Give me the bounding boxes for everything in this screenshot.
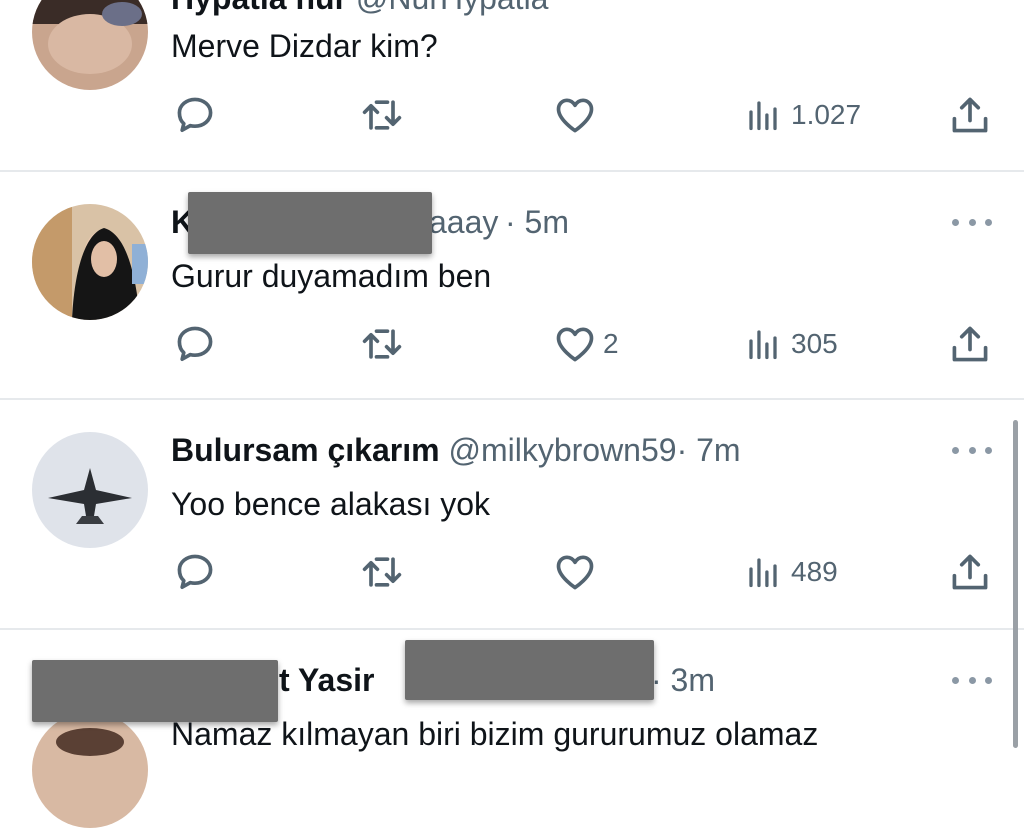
tweet-text: Yoo bence alakası yok: [171, 486, 491, 522]
views-count: 489: [791, 556, 838, 587]
retweet-button[interactable]: [360, 93, 404, 137]
more-button[interactable]: [952, 216, 992, 228]
handle[interactable]: @milkybrown59: [448, 432, 676, 468]
share-button[interactable]: [948, 322, 992, 366]
reply-button[interactable]: [173, 322, 217, 366]
divider: [0, 398, 1024, 400]
timestamp[interactable]: · 3m: [651, 660, 715, 700]
heart-icon: [553, 550, 597, 594]
analytics-icon: [745, 97, 781, 133]
retweet-button[interactable]: [360, 550, 404, 594]
tweet-text: Merve Dizdar kim?: [171, 28, 438, 64]
retweet-button[interactable]: [360, 322, 404, 366]
more-button[interactable]: [952, 444, 992, 456]
handle[interactable]: @NurHypatia: [356, 0, 549, 16]
reply-icon: [173, 550, 217, 594]
redaction-box: [188, 192, 432, 254]
retweet-icon: [360, 550, 404, 594]
display-name[interactable]: Bulursam çıkarım: [171, 432, 440, 468]
like-button[interactable]: [553, 93, 597, 137]
retweet-icon: [360, 322, 404, 366]
views-button[interactable]: 1.027: [745, 93, 861, 137]
tweet-actions: 1.027: [0, 93, 1024, 137]
share-icon: [948, 550, 992, 594]
divider: [0, 628, 1024, 630]
divider: [0, 170, 1024, 172]
redaction-box: [405, 640, 654, 700]
reply-icon: [173, 322, 217, 366]
share-icon: [948, 322, 992, 366]
views-button[interactable]: 489: [745, 550, 838, 594]
reply-button[interactable]: [173, 93, 217, 137]
like-button[interactable]: [553, 550, 597, 594]
timestamp[interactable]: · 7m: [677, 432, 741, 468]
redaction-box: [32, 660, 278, 722]
reply-button[interactable]: [173, 550, 217, 594]
timestamp[interactable]: · 5m: [505, 202, 569, 242]
display-name[interactable]: t Yasir: [279, 660, 374, 700]
like-button[interactable]: 2: [553, 322, 619, 366]
share-icon: [948, 93, 992, 137]
tweet-header: Bulursam çıkarım @milkybrown59· 7m: [171, 430, 741, 470]
heart-icon: [553, 322, 597, 366]
avatar[interactable]: [32, 204, 148, 320]
views-count: 1.027: [791, 99, 862, 130]
heart-icon: [553, 93, 597, 137]
analytics-icon: [745, 326, 781, 362]
retweet-icon: [360, 93, 404, 137]
avatar[interactable]: [32, 432, 148, 548]
avatar[interactable]: [32, 712, 148, 828]
handle[interactable]: aaay: [429, 202, 498, 242]
tweet-actions: 2 305: [0, 322, 1024, 366]
share-button[interactable]: [948, 550, 992, 594]
tweet-header: Hypatia nur @NurHypatia: [171, 0, 548, 18]
scrollbar[interactable]: [1013, 420, 1018, 748]
display-name[interactable]: Hypatia nur: [171, 0, 347, 16]
like-count: 2: [603, 328, 619, 359]
views-count: 305: [791, 328, 838, 359]
tweet-text: Gurur duyamadım ben: [171, 258, 492, 294]
reply-icon: [173, 93, 217, 137]
tweet-text: Namaz kılmayan biri bizim gururumuz olam…: [171, 716, 819, 752]
share-button[interactable]: [948, 93, 992, 137]
more-button[interactable]: [952, 674, 992, 686]
views-button[interactable]: 305: [745, 322, 838, 366]
analytics-icon: [745, 554, 781, 590]
avatar[interactable]: [32, 0, 148, 90]
tweet-actions: 489: [0, 550, 1024, 594]
